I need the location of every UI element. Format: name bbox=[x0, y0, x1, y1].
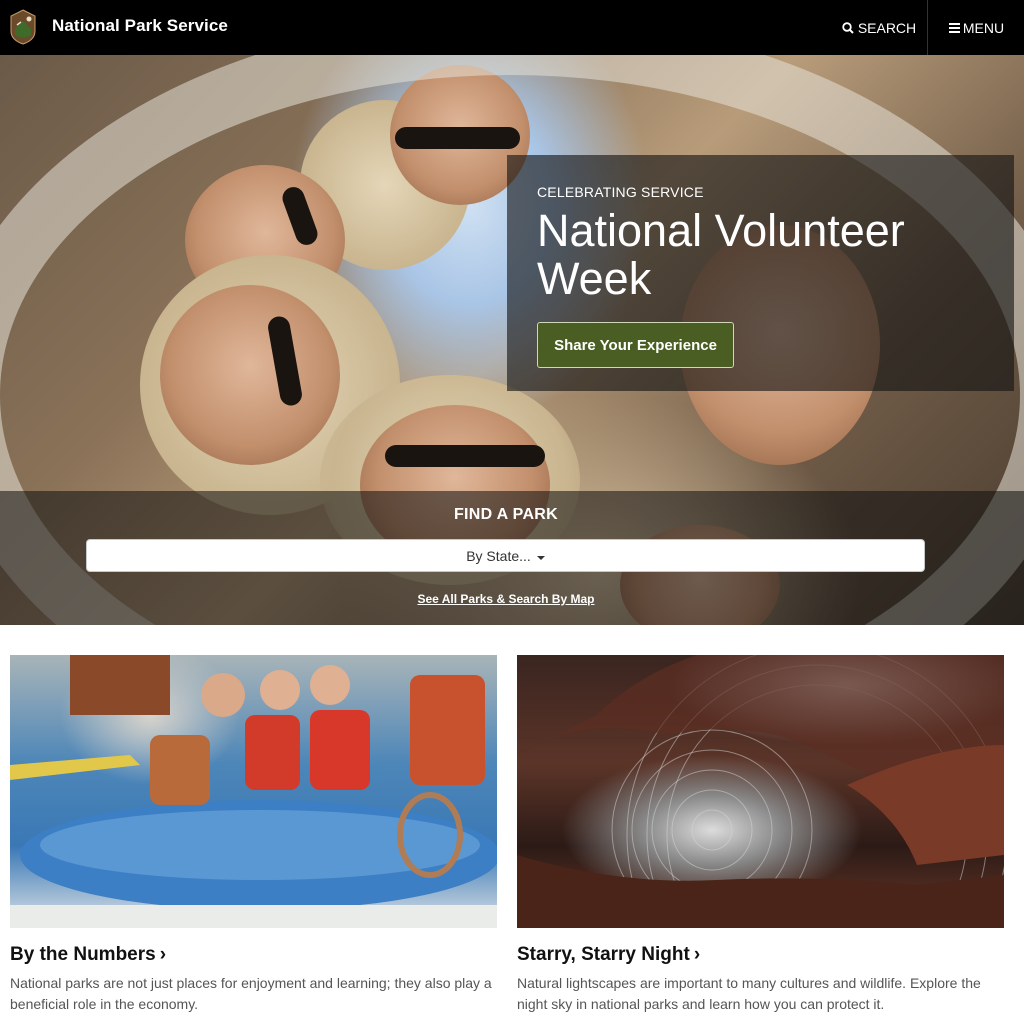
find-a-park-heading: FIND A PARK bbox=[453, 506, 559, 523]
card-title-text: By the Numbers bbox=[10, 944, 156, 965]
rafting-illustration bbox=[10, 655, 497, 928]
feature-promo: CELEBRATING SERVICE National Volunteer W… bbox=[507, 155, 1014, 391]
share-experience-button[interactable]: Share Your Experience bbox=[537, 322, 734, 368]
starry-night-link[interactable]: Starry, Starry Night › bbox=[517, 944, 700, 966]
rafting-family-image[interactable] bbox=[10, 655, 497, 928]
state-select[interactable]: By State... bbox=[86, 539, 925, 572]
all-parks-map-link[interactable]: See All Parks & Search By Map bbox=[0, 592, 1012, 606]
site-title-link[interactable]: National Park Service bbox=[52, 16, 228, 36]
menu-button[interactable]: MENU bbox=[927, 0, 1024, 55]
chevron-right-icon: › bbox=[159, 944, 167, 965]
menu-label: MENU bbox=[962, 19, 1005, 36]
chevron-right-icon: › bbox=[693, 944, 701, 965]
promo-headline: National Volunteer Week bbox=[537, 205, 905, 304]
search-label: SEARCH bbox=[857, 19, 917, 36]
search-icon bbox=[842, 21, 854, 34]
card-title-text: Starry, Starry Night bbox=[517, 944, 690, 965]
card-description: Natural lightscapes are important to man… bbox=[517, 975, 981, 1012]
star-trails-illustration bbox=[517, 655, 1004, 928]
find-a-park-panel: FIND A PARK By State... See All Parks & … bbox=[0, 491, 1024, 625]
site-header: National Park Service SEARCH MENU bbox=[0, 0, 1024, 55]
state-select-value: By State... bbox=[466, 547, 531, 564]
promo-eyebrow: CELEBRATING SERVICE bbox=[537, 184, 704, 200]
caret-down-icon bbox=[536, 555, 545, 560]
by-the-numbers-link[interactable]: By the Numbers › bbox=[10, 944, 166, 966]
arrowhead-logo-icon[interactable] bbox=[9, 9, 37, 45]
search-button[interactable]: SEARCH bbox=[832, 0, 926, 55]
starry-arch-image[interactable] bbox=[517, 655, 1004, 928]
card-description: National parks are not just places for e… bbox=[10, 975, 492, 1012]
hero-banner: CELEBRATING SERVICE National Volunteer W… bbox=[0, 55, 1024, 625]
hamburger-icon bbox=[948, 21, 960, 35]
